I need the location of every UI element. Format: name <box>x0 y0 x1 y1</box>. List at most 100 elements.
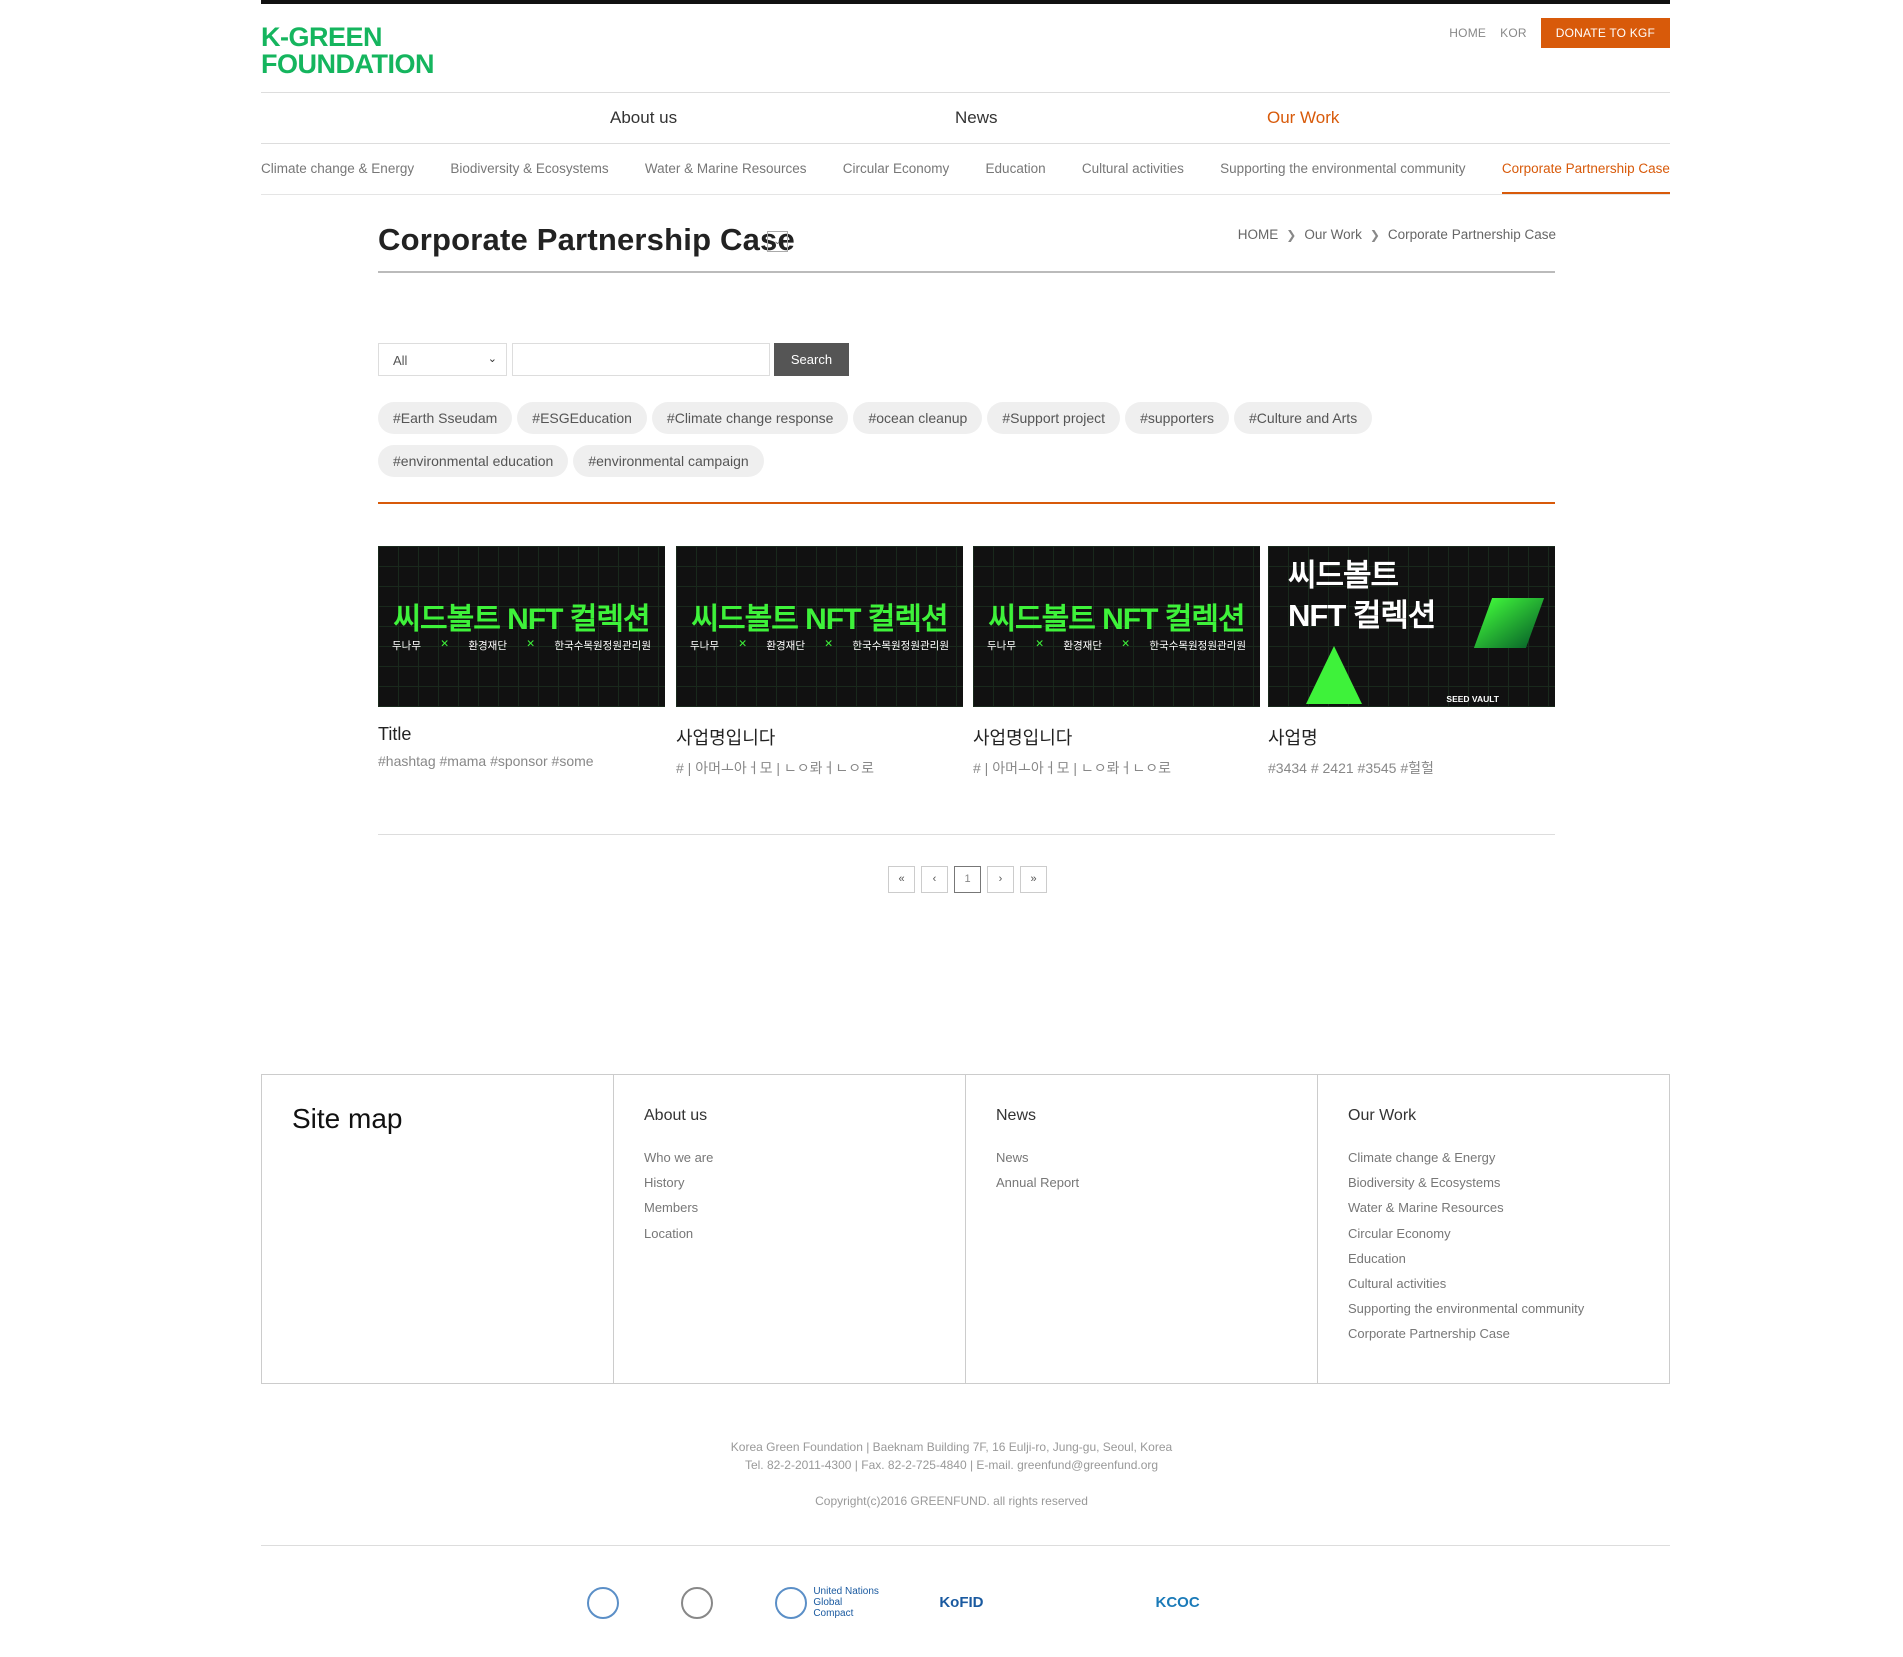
cross-icon: ✕ <box>1121 638 1131 650</box>
hashtag-chip[interactable]: #environmental campaign <box>573 445 764 477</box>
hashtag-chip[interactable]: #Climate change response <box>651 402 849 434</box>
sitemap-link[interactable]: Location <box>644 1221 965 1246</box>
divider <box>378 271 1555 273</box>
un-emblem-icon <box>587 1586 620 1619</box>
hashtag-chip[interactable]: #ocean cleanup <box>853 402 983 434</box>
subnav-cultural[interactable]: Cultural activities <box>1082 152 1184 194</box>
kcoc-logo[interactable]: KCOC <box>1156 1594 1316 1611</box>
sitemap-link[interactable]: Circular Economy <box>1348 1221 1669 1246</box>
partner-name: 환경재단 <box>766 640 805 652</box>
partner-name: 두나무 <box>690 640 719 652</box>
hashtag-chip[interactable]: #ESGEducation <box>517 402 647 434</box>
sitemap-link[interactable]: History <box>644 1170 965 1195</box>
subnav-corporate[interactable]: Corporate Partnership Case <box>1501 152 1670 194</box>
subnav-biodiversity[interactable]: Biodiversity & Ecosystems <box>450 152 608 194</box>
headline-line2: NFT 컬렉션 <box>1288 598 1436 633</box>
top-bar <box>261 0 1670 4</box>
search-button[interactable]: Search <box>774 343 849 376</box>
util-lang-link[interactable]: KOR <box>1500 26 1527 40</box>
subnav-water[interactable]: Water & Marine Resources <box>645 152 807 194</box>
kofid-logo[interactable]: KoFID <box>939 1594 1099 1611</box>
sitemap-link[interactable]: Members <box>644 1195 965 1220</box>
globe-icon <box>681 1586 714 1619</box>
hashtag-chip[interactable]: #supporters <box>1125 402 1230 434</box>
thumbnail-partners: 두나무 ✕ 환경재단 ✕ 한국수목원정원관리원 <box>987 638 1246 653</box>
sitemap-link[interactable]: Climate change & Energy <box>1348 1145 1669 1170</box>
subnav-circular[interactable]: Circular Economy <box>843 152 950 194</box>
search-input[interactable] <box>512 343 770 376</box>
card-title[interactable]: Title <box>378 724 665 745</box>
card-title[interactable]: 사업명 <box>1268 724 1555 750</box>
case-card[interactable]: 씨드볼트 NFT 컬렉션 두나무 ✕ 환경재단 ✕ 한국수목원정원관리원 Title… <box>378 546 665 769</box>
page: K-GREEN FOUNDATION HOME KOR DONATE TO KG… <box>0 0 1903 1657</box>
card-thumbnail[interactable]: 씨드볼트 NFT 컬렉션 SEED VAULT <box>1268 546 1555 707</box>
ecosoc-logo[interactable] <box>587 1586 625 1619</box>
divider <box>261 194 1670 195</box>
partner-logos: United Nations Global Compact KoFID KCOC <box>0 1586 1903 1619</box>
sitemap-link[interactable]: Water & Marine Resources <box>1348 1195 1669 1220</box>
category-select[interactable]: All ⌄ <box>378 343 507 376</box>
chevron-down-icon[interactable]: ⌄ <box>767 231 788 252</box>
last-page-button[interactable]: » <box>1020 866 1047 893</box>
site-logo[interactable]: K-GREEN FOUNDATION <box>261 24 451 78</box>
ngo-logo[interactable] <box>681 1586 719 1619</box>
card-title[interactable]: 사업명입니다 <box>676 724 963 750</box>
sitemap-heading[interactable]: News <box>996 1107 1317 1125</box>
hashtag-chip[interactable]: #environmental education <box>378 445 569 477</box>
sitemap-work-col: Our Work Climate change & Energy Biodive… <box>1318 1075 1669 1383</box>
hashtag-chip[interactable]: #Support project <box>987 402 1121 434</box>
card-title[interactable]: 사업명입니다 <box>973 724 1260 750</box>
un-global-compact-logo[interactable]: United Nations Global Compact <box>775 1586 883 1619</box>
prev-page-button[interactable]: ‹ <box>921 866 948 893</box>
hashtag-list: #Earth Sseudam #ESGEducation #Climate ch… <box>378 402 1428 488</box>
sitemap-link[interactable]: Supporting the environmental community <box>1348 1296 1669 1321</box>
case-card[interactable]: 씨드볼트 NFT 컬렉션 두나무 ✕ 환경재단 ✕ 한국수목원정원관리원 사업명입니… <box>973 546 1260 778</box>
cross-icon: ✕ <box>1035 638 1045 650</box>
sitemap-title: Site map <box>292 1103 403 1134</box>
footer-contact: Tel. 82-2-2011-4300 | Fax. 82-2-725-4840… <box>744 1458 1159 1472</box>
chevron-right-icon: ❯ <box>1369 227 1380 242</box>
sitemap-news-col: News News Annual Report <box>966 1075 1318 1383</box>
breadcrumb-home[interactable]: HOME <box>1238 227 1279 242</box>
sitemap-link[interactable]: Corporate Partnership Case <box>1348 1321 1669 1346</box>
page-title: Corporate Partnership Case <box>378 222 795 257</box>
sitemap-link[interactable]: Who we are <box>644 1145 965 1170</box>
gnb-our-work[interactable]: Our Work <box>1267 108 1339 128</box>
sitemap-link[interactable]: News <box>996 1145 1317 1170</box>
subnav-community[interactable]: Supporting the environmental community <box>1220 152 1465 194</box>
card-thumbnail[interactable]: 씨드볼트 NFT 컬렉션 두나무 ✕ 환경재단 ✕ 한국수목원정원관리원 <box>378 546 665 707</box>
sub-nav: Climate change & Energy Biodiversity & E… <box>261 152 1670 194</box>
sitemap-heading[interactable]: Our Work <box>1348 1107 1669 1125</box>
sitemap-link[interactable]: Biodiversity & Ecosystems <box>1348 1170 1669 1195</box>
card-tags: # | 아머ㅗ아ㅓ모 | ㄴㅇ롸ㅓㄴㅇ로 <box>676 760 875 776</box>
category-select-value: All <box>393 353 408 368</box>
thumbnail-partners: 두나무 ✕ 환경재단 ✕ 한국수목원정원관리원 <box>392 638 651 653</box>
card-tags: # | 아머ㅗ아ㅓ모 | ㄴㅇ롸ㅓㄴㅇ로 <box>973 760 1172 776</box>
sitemap-link[interactable]: Annual Report <box>996 1170 1317 1195</box>
subnav-climate[interactable]: Climate change & Energy <box>261 152 414 194</box>
card-thumbnail[interactable]: 씨드볼트 NFT 컬렉션 두나무 ✕ 환경재단 ✕ 한국수목원정원관리원 <box>676 546 963 707</box>
case-card[interactable]: 씨드볼트 NFT 컬렉션 두나무 ✕ 환경재단 ✕ 한국수목원정원관리원 사업명입니… <box>676 546 963 778</box>
sitemap-link[interactable]: Cultural activities <box>1348 1271 1669 1296</box>
current-page[interactable]: 1 <box>954 866 981 893</box>
first-page-button[interactable]: « <box>888 866 915 893</box>
partner-label: KCOC <box>1155 1594 1200 1611</box>
hashtag-chip[interactable]: #Culture and Arts <box>1234 402 1373 434</box>
card-thumbnail[interactable]: 씨드볼트 NFT 컬렉션 두나무 ✕ 환경재단 ✕ 한국수목원정원관리원 <box>973 546 1260 707</box>
sitemap-heading[interactable]: About us <box>644 1107 965 1125</box>
breadcrumb-current: Corporate Partnership Case <box>1387 227 1556 242</box>
util-home-link[interactable]: HOME <box>1449 26 1486 40</box>
breadcrumb-our-work[interactable]: Our Work <box>1304 227 1362 242</box>
partner-name: 한국수목원정원관리원 <box>554 640 651 652</box>
pagination: « ‹ 1 › » <box>888 866 1053 893</box>
donate-button[interactable]: DONATE TO KGF <box>1540 18 1670 48</box>
sitemap-link[interactable]: Education <box>1348 1246 1669 1271</box>
headline-line1: 씨드볼트 <box>1288 558 1399 593</box>
next-page-button[interactable]: › <box>987 866 1014 893</box>
gnb-news[interactable]: News <box>955 108 998 128</box>
case-card[interactable]: 씨드볼트 NFT 컬렉션 SEED VAULT 사업명 #3434 # 2421… <box>1268 546 1555 778</box>
subnav-education[interactable]: Education <box>986 152 1046 194</box>
partner-name: 두나무 <box>392 640 421 652</box>
gnb-about[interactable]: About us <box>610 108 677 128</box>
hashtag-chip[interactable]: #Earth Sseudam <box>378 402 513 434</box>
